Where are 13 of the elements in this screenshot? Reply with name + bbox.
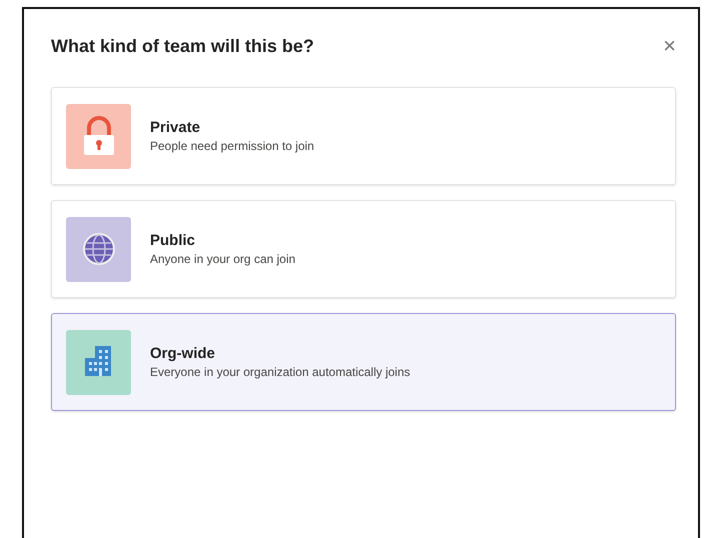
globe-icon <box>82 232 116 266</box>
option-title: Private <box>150 119 202 136</box>
dialog-title: What kind of team will this be? <box>51 36 314 56</box>
team-type-option[interactable]: Public Anyone in your org can join <box>51 200 676 298</box>
option-description: People need permission to join <box>150 139 314 153</box>
option-description: Everyone in your organization automatically joins <box>150 365 410 379</box>
team-type-option[interactable]: Org-wide Everyone in your organization automatically joins <box>51 313 676 411</box>
close-button[interactable]: × <box>663 35 676 57</box>
lock-icon <box>82 116 116 156</box>
team-type-option[interactable]: Private People need permission to join <box>51 87 676 185</box>
option-description: Anyone in your org can join <box>150 252 296 266</box>
option-title: Public <box>150 232 196 249</box>
option-title: Org-wide <box>150 345 216 362</box>
